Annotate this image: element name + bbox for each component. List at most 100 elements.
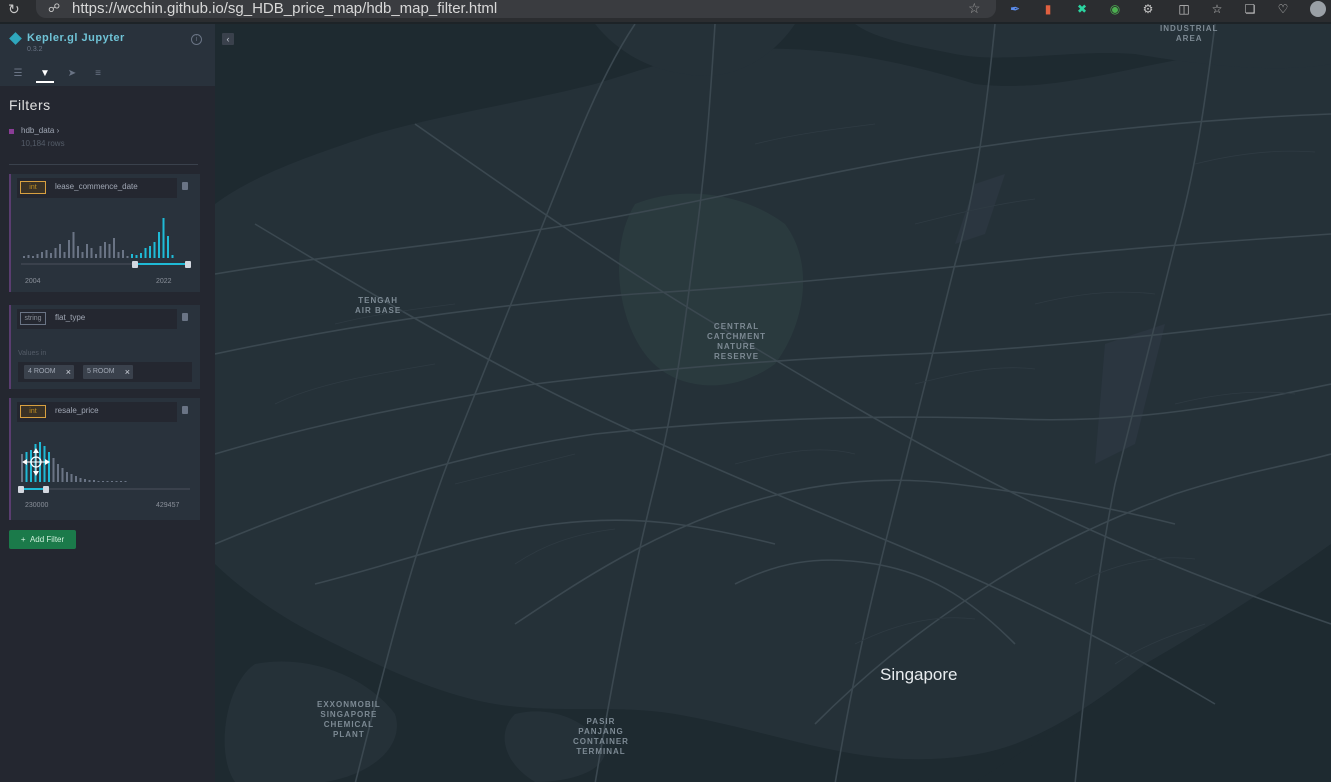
- interactions-tab[interactable]: ➤: [63, 67, 81, 81]
- map-canvas[interactable]: INDUSTRIAL AREA TENGAH AIR BASE CENTRAL …: [215, 24, 1331, 782]
- histogram-bar: [90, 248, 93, 258]
- map-label-industrial-area: INDUSTRIAL AREA: [1160, 24, 1219, 43]
- collapse-panel-button[interactable]: ‹: [222, 33, 234, 45]
- multi-select-input[interactable]: 4 ROOM × 5 ROOM ×: [18, 362, 192, 382]
- histogram-bar: [84, 479, 86, 482]
- field-type-badge: int: [20, 405, 46, 418]
- app-name: Kepler.gl Jupyter: [27, 32, 125, 44]
- range-slider-min-handle[interactable]: [18, 486, 24, 493]
- range-slider-min-handle[interactable]: [132, 261, 138, 268]
- collections-icon[interactable]: ❏: [1243, 2, 1257, 16]
- filter-field-name[interactable]: resale_price: [55, 406, 99, 415]
- filter-field-name[interactable]: lease_commence_date: [55, 182, 138, 191]
- lock-icon[interactable]: ☍: [48, 1, 60, 15]
- histogram-bar: [25, 452, 28, 482]
- histogram-bar: [95, 254, 97, 258]
- close-icon[interactable]: ×: [125, 365, 130, 379]
- layers-tab[interactable]: ☰: [9, 67, 27, 81]
- field-type-badge: string: [20, 312, 46, 325]
- histogram-bar: [23, 256, 25, 258]
- range-min-label: 2004: [25, 278, 41, 285]
- histogram-bar: [66, 472, 68, 482]
- histogram-bar: [167, 236, 169, 258]
- trash-icon[interactable]: [182, 406, 188, 414]
- histogram-bar: [27, 255, 30, 258]
- chip-label: 5 ROOM: [87, 368, 115, 375]
- chevron-left-icon: ‹: [226, 34, 230, 44]
- histogram-bar: [79, 478, 82, 482]
- histogram-bar: [48, 452, 50, 482]
- map-label-central-catchment: CENTRAL CATCHMENT NATURE RESERVE: [707, 322, 767, 361]
- histogram-bar: [124, 481, 127, 482]
- field-type-badge: int: [20, 181, 46, 194]
- url-text[interactable]: https://wcchin.github.io/sg_HDB_price_ma…: [72, 0, 497, 18]
- histogram-bar: [153, 242, 156, 258]
- range-slider-max-handle[interactable]: [43, 486, 49, 493]
- basemap: [215, 24, 1331, 782]
- reload-icon[interactable]: ↻: [8, 1, 20, 18]
- extensions-puzzle-icon[interactable]: ⚙: [1141, 2, 1155, 16]
- browser-toolbar: ↻ ☍ https://wcchin.github.io/sg_HDB_pric…: [0, 0, 1331, 22]
- histogram-resale-price: [21, 442, 127, 482]
- histogram-bar: [162, 218, 165, 258]
- add-filter-button[interactable]: + Add Filter: [9, 530, 76, 549]
- histogram-bar: [171, 255, 174, 258]
- app-version: 0.3.2: [27, 46, 43, 53]
- filter-icon: ▼: [40, 68, 50, 79]
- histogram-bar: [63, 252, 66, 258]
- value-chip: 5 ROOM ×: [83, 365, 133, 379]
- histogram-bar: [131, 254, 133, 258]
- histogram-bar: [75, 476, 77, 482]
- dataset-name[interactable]: hdb_data ›: [21, 126, 59, 135]
- filter-field-name[interactable]: flat_type: [55, 313, 85, 322]
- dataset-row-count: 10,184 rows: [21, 139, 65, 148]
- filter-card-flat-type: string flat_type Values in 4 ROOM × 5 RO…: [9, 305, 200, 389]
- profile-avatar[interactable]: [1310, 1, 1326, 17]
- map-label-pasir-panjang: PASIR PANJANG CONTAINER TERMINAL: [573, 717, 629, 756]
- panel-title: Filters: [9, 97, 51, 113]
- histogram-bar: [41, 252, 43, 258]
- histogram-bar: [36, 254, 39, 258]
- range-slider-selected: [135, 263, 189, 265]
- filters-tab[interactable]: ▼: [36, 67, 54, 83]
- chevron-right-icon: ›: [56, 126, 60, 135]
- map-settings-tab[interactable]: ≡: [89, 67, 107, 81]
- histogram-bar: [97, 481, 100, 482]
- histogram-bar: [104, 242, 106, 258]
- histogram-bar: [57, 464, 59, 482]
- info-icon[interactable]: i: [191, 34, 202, 45]
- health-icon[interactable]: ♡: [1276, 2, 1290, 16]
- histogram-bar: [115, 481, 118, 482]
- histogram-bar: [32, 256, 34, 258]
- range-slider-max-handle[interactable]: [185, 261, 191, 268]
- extension-chart-icon[interactable]: ▮: [1041, 2, 1055, 16]
- histogram-bar: [81, 252, 84, 258]
- filter-card-resale-price: int resale_price 230000 429457: [9, 398, 200, 520]
- histogram-bar: [70, 474, 73, 482]
- histogram-bar: [122, 250, 124, 258]
- map-label-tengah-air-base: TENGAH AIR BASE: [355, 296, 402, 315]
- histogram-bar: [99, 246, 102, 258]
- histogram-bar: [117, 252, 120, 258]
- histogram-bar: [140, 253, 142, 258]
- panel-header: Kepler.gl Jupyter 0.3.2 i ☰ ▼ ➤ ≡: [0, 24, 215, 86]
- plus-icon: +: [20, 535, 26, 544]
- favorites-icon[interactable]: ☆: [1210, 2, 1224, 16]
- histogram-bar: [45, 250, 48, 258]
- extension-pen-icon[interactable]: ✒: [1008, 2, 1022, 16]
- cursor-icon: ➤: [67, 68, 77, 79]
- dataset-color-swatch: [9, 129, 14, 134]
- histogram-bar: [111, 481, 113, 482]
- extension-grammarly-icon[interactable]: ◉: [1108, 2, 1122, 16]
- filter-card-lease-commence-date: int lease_commence_date 2004 2022: [9, 174, 200, 292]
- trash-icon[interactable]: [182, 182, 188, 190]
- layers-icon: ☰: [13, 68, 23, 79]
- close-icon[interactable]: ×: [66, 365, 71, 379]
- add-filter-label: Add Filter: [29, 535, 65, 544]
- star-icon[interactable]: ☆: [968, 0, 981, 17]
- trash-icon[interactable]: [182, 313, 188, 321]
- histogram-bar: [135, 255, 138, 258]
- extension-x-icon[interactable]: ✖: [1075, 2, 1089, 16]
- split-view-icon[interactable]: ◫: [1177, 2, 1191, 16]
- range-min-label: 230000: [25, 502, 49, 509]
